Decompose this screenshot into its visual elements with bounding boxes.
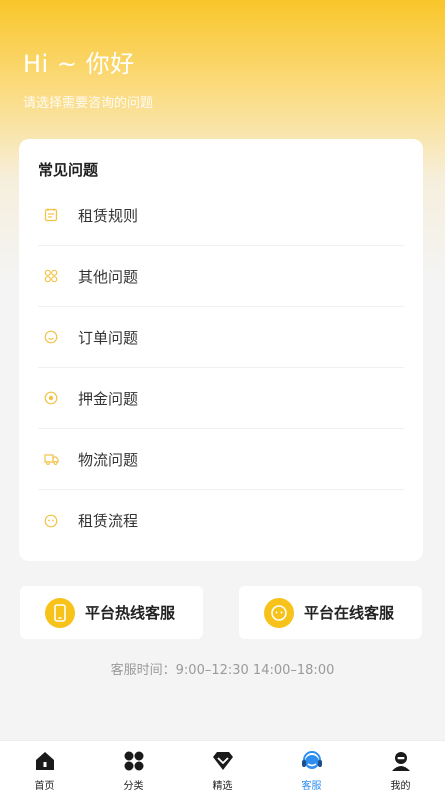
chat-face-icon	[264, 597, 294, 628]
service-hours: 客服时间：9:00–12:30 14:00–18:00	[110, 663, 335, 678]
bottom-tab-bar: 首页 分类 精选 客服 我的	[0, 740, 445, 795]
hotline-service-label: 平台热线客服	[85, 604, 176, 622]
grid-icon	[43, 268, 59, 284]
faq-item-other[interactable]: 其他问题	[38, 246, 404, 307]
online-service-label: 平台在线客服	[304, 604, 395, 622]
category-icon	[122, 749, 146, 773]
faq-card: 常见问题 租赁规则 其他问题 订单问题 押金问题 物流问题 租赁流程	[19, 139, 423, 561]
greeting-title: Hi ~ 你好	[23, 50, 135, 78]
faq-item-label: 租赁规则	[78, 206, 139, 225]
faq-item-label: 其他问题	[78, 267, 139, 286]
faq-item-label: 订单问题	[78, 328, 139, 347]
faq-item-deposit[interactable]: 押金问题	[38, 368, 404, 429]
faq-item-rental-rules[interactable]: 租赁规则	[38, 185, 404, 246]
online-service-button[interactable]: 平台在线客服	[239, 586, 422, 639]
faq-item-label: 物流问题	[78, 450, 139, 469]
faq-item-logistics[interactable]: 物流问题	[38, 429, 404, 490]
tab-category[interactable]: 分类	[89, 741, 178, 795]
user-icon	[389, 749, 413, 773]
smile-icon	[43, 329, 59, 345]
tab-label: 我的	[390, 781, 411, 792]
tab-label: 分类	[123, 781, 144, 792]
faq-item-label: 租赁流程	[78, 512, 139, 530]
diamond-icon	[211, 749, 235, 773]
greeting-subtitle: 请选择需要咨询的问题	[23, 96, 154, 111]
faq-item-order[interactable]: 订单问题	[38, 307, 404, 368]
face-icon	[43, 513, 59, 529]
tab-label: 客服	[301, 781, 322, 792]
home-icon	[33, 749, 57, 773]
tab-label: 首页	[34, 781, 55, 792]
tab-mine[interactable]: 我的	[356, 741, 445, 795]
faq-list: 租赁规则 其他问题 订单问题 押金问题 物流问题 租赁流程	[38, 185, 404, 551]
truck-icon	[43, 451, 59, 467]
tab-label: 精选	[212, 781, 233, 792]
coin-icon	[43, 390, 59, 406]
faq-item-label: 押金问题	[78, 389, 139, 408]
faq-title: 常见问题	[38, 161, 99, 179]
tab-featured[interactable]: 精选	[178, 741, 267, 795]
tab-home[interactable]: 首页	[0, 741, 89, 795]
document-icon	[43, 207, 59, 223]
hotline-service-button[interactable]: 平台热线客服	[20, 586, 203, 639]
faq-item-rental-process[interactable]: 租赁流程	[38, 490, 404, 551]
tab-customer-service[interactable]: 客服	[267, 741, 356, 795]
phone-icon	[45, 597, 75, 628]
headset-icon	[300, 749, 324, 773]
